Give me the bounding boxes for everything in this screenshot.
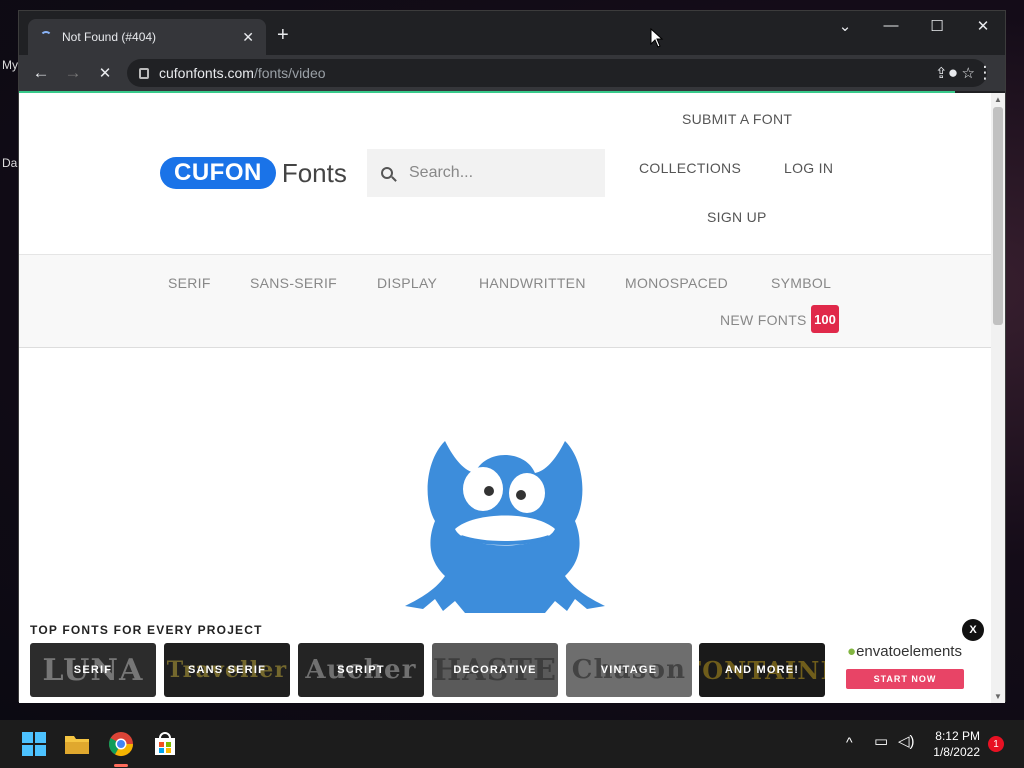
tray-overflow-chevron-icon[interactable]: ^ [846,734,853,750]
envato-logo[interactable]: ●envatoelements [847,643,962,660]
windows-start-icon[interactable] [20,730,48,758]
new-fonts-count-badge[interactable]: 100 [811,305,839,333]
loading-spinner-icon [40,31,52,43]
title-bar: Not Found (#404) ✕ + ⌄ — ☐ ✕ [19,11,1005,55]
lock-icon[interactable] [139,67,149,79]
chrome-icon[interactable] [107,730,135,758]
signup-link[interactable]: SIGN UP [707,209,767,225]
maximize-icon[interactable]: ☐ [922,17,952,35]
desktop-icon-label[interactable]: Da [2,156,17,170]
clock-date: 1/8/2022 [933,745,980,759]
browser-tab[interactable]: Not Found (#404) ✕ [28,19,266,55]
browser-toolbar: ← → ✕ cufonfonts.com/fonts/video ⇪ ☆ ● ⋮ [19,55,1005,91]
ad-card-label: SCRIPT [337,664,385,676]
new-fonts-link[interactable]: NEW FONTS [720,312,807,328]
ad-card-label: SERIF [73,664,113,676]
category-bar: SERIF SANS-SERIF DISPLAY HANDWRITTEN MON… [19,255,991,348]
file-explorer-icon[interactable] [63,730,91,758]
network-icon[interactable]: ▭ [874,732,888,750]
profile-icon[interactable]: ● [937,63,969,83]
new-tab-icon[interactable]: + [277,25,289,45]
stop-loading-icon[interactable]: ✕ [89,64,121,82]
system-clock[interactable]: 8:12 PM 1/8/2022 [926,728,980,760]
mouse-cursor-icon [650,28,664,48]
collections-link[interactable]: COLLECTIONS [639,160,741,176]
close-tab-icon[interactable]: ✕ [242,29,254,46]
search-placeholder: Search... [409,164,474,181]
ad-card-decorative[interactable]: HASTE DECORATIVE [432,643,558,697]
desktop-icon-label[interactable]: My [2,58,18,72]
url-host: cufonfonts.com [159,65,254,81]
ad-card-label: AND MORE! [724,664,800,676]
scroll-up-icon[interactable]: ▲ [994,95,1002,104]
tab-search-icon[interactable]: ⌄ [830,17,860,35]
monster-404-illustration [405,441,605,613]
page-scrollbar[interactable]: ▲ ▼ [991,93,1005,703]
search-input[interactable]: Search... [367,149,605,197]
tab-title: Not Found (#404) [62,30,157,44]
ad-card-vintage[interactable]: Chason VINTAGE [566,643,692,697]
submit-font-link[interactable]: SUBMIT A FONT [682,111,792,127]
menu-kebab-icon[interactable]: ⋮ [969,63,1001,83]
minimize-icon[interactable]: — [876,17,906,34]
browser-window: Not Found (#404) ✕ + ⌄ — ☐ ✕ ← → ✕ cufon… [18,10,1006,703]
site-header: CUFON Fonts Search... SUBMIT A FONT COLL… [19,93,991,255]
scrollbar-thumb[interactable] [993,107,1003,325]
ad-banner: TOP FONTS FOR EVERY PROJECT LUNA SERIF T… [19,613,991,703]
login-link[interactable]: LOG IN [784,160,833,176]
logo-pill: CUFON [160,157,276,189]
start-now-button[interactable]: START NOW [846,669,964,689]
ad-card-serif[interactable]: LUNA SERIF [30,643,156,697]
close-window-icon[interactable]: ✕ [968,17,998,35]
notification-badge[interactable]: 1 [988,736,1004,752]
ad-card-label: DECORATIVE [453,664,537,676]
forward-icon[interactable]: → [57,63,89,83]
search-icon [381,167,393,179]
taskbar: ^ ▭ ◁) 8:12 PM 1/8/2022 [0,720,1024,768]
ad-title: TOP FONTS FOR EVERY PROJECT [30,623,263,637]
category-symbol[interactable]: SYMBOL [771,275,831,291]
active-app-indicator [114,764,128,767]
ad-card-sans-serif[interactable]: Traveller SANS SERIF [164,643,290,697]
ad-card-script[interactable]: Aucher SCRIPT [298,643,424,697]
category-display[interactable]: DISPLAY [377,275,437,291]
ad-card-more[interactable]: FONTAINE AND MORE! [699,643,825,697]
scroll-down-icon[interactable]: ▼ [994,692,1002,701]
site-logo[interactable]: CUFON Fonts [160,157,347,189]
category-sans-serif[interactable]: SANS-SERIF [250,275,337,291]
address-bar[interactable]: cufonfonts.com/fonts/video ⇪ ☆ [127,59,987,87]
envato-brand: envatoelements [856,643,962,660]
store-icon[interactable] [151,730,179,758]
url-path: /fonts/video [253,65,326,81]
leaf-icon: ● [847,643,857,660]
ad-card-label: SANS SERIF [187,664,266,676]
category-monospaced[interactable]: MONOSPACED [625,275,728,291]
category-handwritten[interactable]: HANDWRITTEN [479,275,586,291]
page-viewport: CUFON Fonts Search... SUBMIT A FONT COLL… [19,93,991,703]
ad-close-button[interactable]: X [962,619,984,641]
logo-text: Fonts [281,157,347,188]
category-serif[interactable]: SERIF [168,275,211,291]
volume-icon[interactable]: ◁) [898,732,915,750]
clock-time: 8:12 PM [935,729,980,743]
back-icon[interactable]: ← [25,63,57,83]
ad-card-label: VINTAGE [600,664,658,676]
